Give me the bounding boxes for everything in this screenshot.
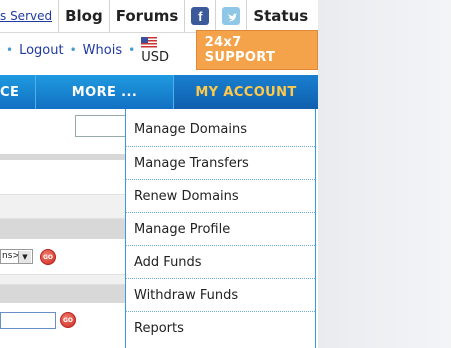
nav-item-partial[interactable]: CE xyxy=(0,75,36,109)
blog-link[interactable]: Blog xyxy=(59,0,110,33)
menu-item-renew-domains[interactable]: Renew Domains xyxy=(126,180,315,213)
facebook-link[interactable]: f xyxy=(185,0,217,33)
separator-dot: • xyxy=(69,43,77,57)
content-panel xyxy=(0,160,125,195)
domains-served-link[interactable]: s Served xyxy=(0,0,60,33)
support-button[interactable]: 24x7 SUPPORT xyxy=(195,30,318,70)
currency-selector[interactable]: USD xyxy=(141,35,186,65)
us-flag-icon xyxy=(141,37,158,48)
menu-item-reports[interactable]: Reports xyxy=(126,312,315,345)
page-background xyxy=(318,0,451,348)
account-links-bar: • Logout • Whois • USD 24x7 SUPPORT xyxy=(0,30,318,70)
twitter-icon xyxy=(222,7,241,25)
separator-dot: • xyxy=(6,43,14,57)
content-strip xyxy=(0,275,125,285)
my-account-dropdown: Manage Domains Manage Transfers Renew Do… xyxy=(125,109,316,348)
nav-item-my-account[interactable]: MY ACCOUNT xyxy=(174,75,318,109)
section-header xyxy=(0,219,125,239)
go-button[interactable]: GO xyxy=(40,249,56,265)
facebook-icon: f xyxy=(191,7,210,25)
chevron-down-icon[interactable]: ▼ xyxy=(18,251,31,263)
section-header xyxy=(0,285,125,303)
currency-label: USD xyxy=(141,50,169,65)
search-input[interactable] xyxy=(75,115,127,137)
go-button[interactable]: GO xyxy=(60,312,76,328)
logout-link[interactable]: Logout xyxy=(19,43,64,58)
main-content: ns> ▼ GO GO xyxy=(0,109,130,348)
main-nav: CE MORE ... MY ACCOUNT xyxy=(0,75,318,109)
status-link[interactable]: Status xyxy=(247,0,314,33)
menu-item-add-funds[interactable]: Add Funds xyxy=(126,246,315,279)
menu-item-withdraw-funds[interactable]: Withdraw Funds xyxy=(126,279,315,312)
twitter-link[interactable] xyxy=(216,0,248,33)
separator-dot: • xyxy=(128,43,136,57)
forums-link[interactable]: Forums xyxy=(110,0,186,33)
menu-item-manage-profile[interactable]: Manage Profile xyxy=(126,213,315,246)
menu-item-manage-domains[interactable]: Manage Domains xyxy=(126,109,315,147)
whois-link[interactable]: Whois xyxy=(83,43,122,58)
top-links-bar: s Served Blog Forums f Status xyxy=(0,0,318,33)
nav-item-more[interactable]: MORE ... xyxy=(36,75,174,109)
text-field[interactable] xyxy=(0,312,56,329)
menu-item-manage-transfers[interactable]: Manage Transfers xyxy=(126,147,315,180)
content-strip xyxy=(0,195,125,219)
